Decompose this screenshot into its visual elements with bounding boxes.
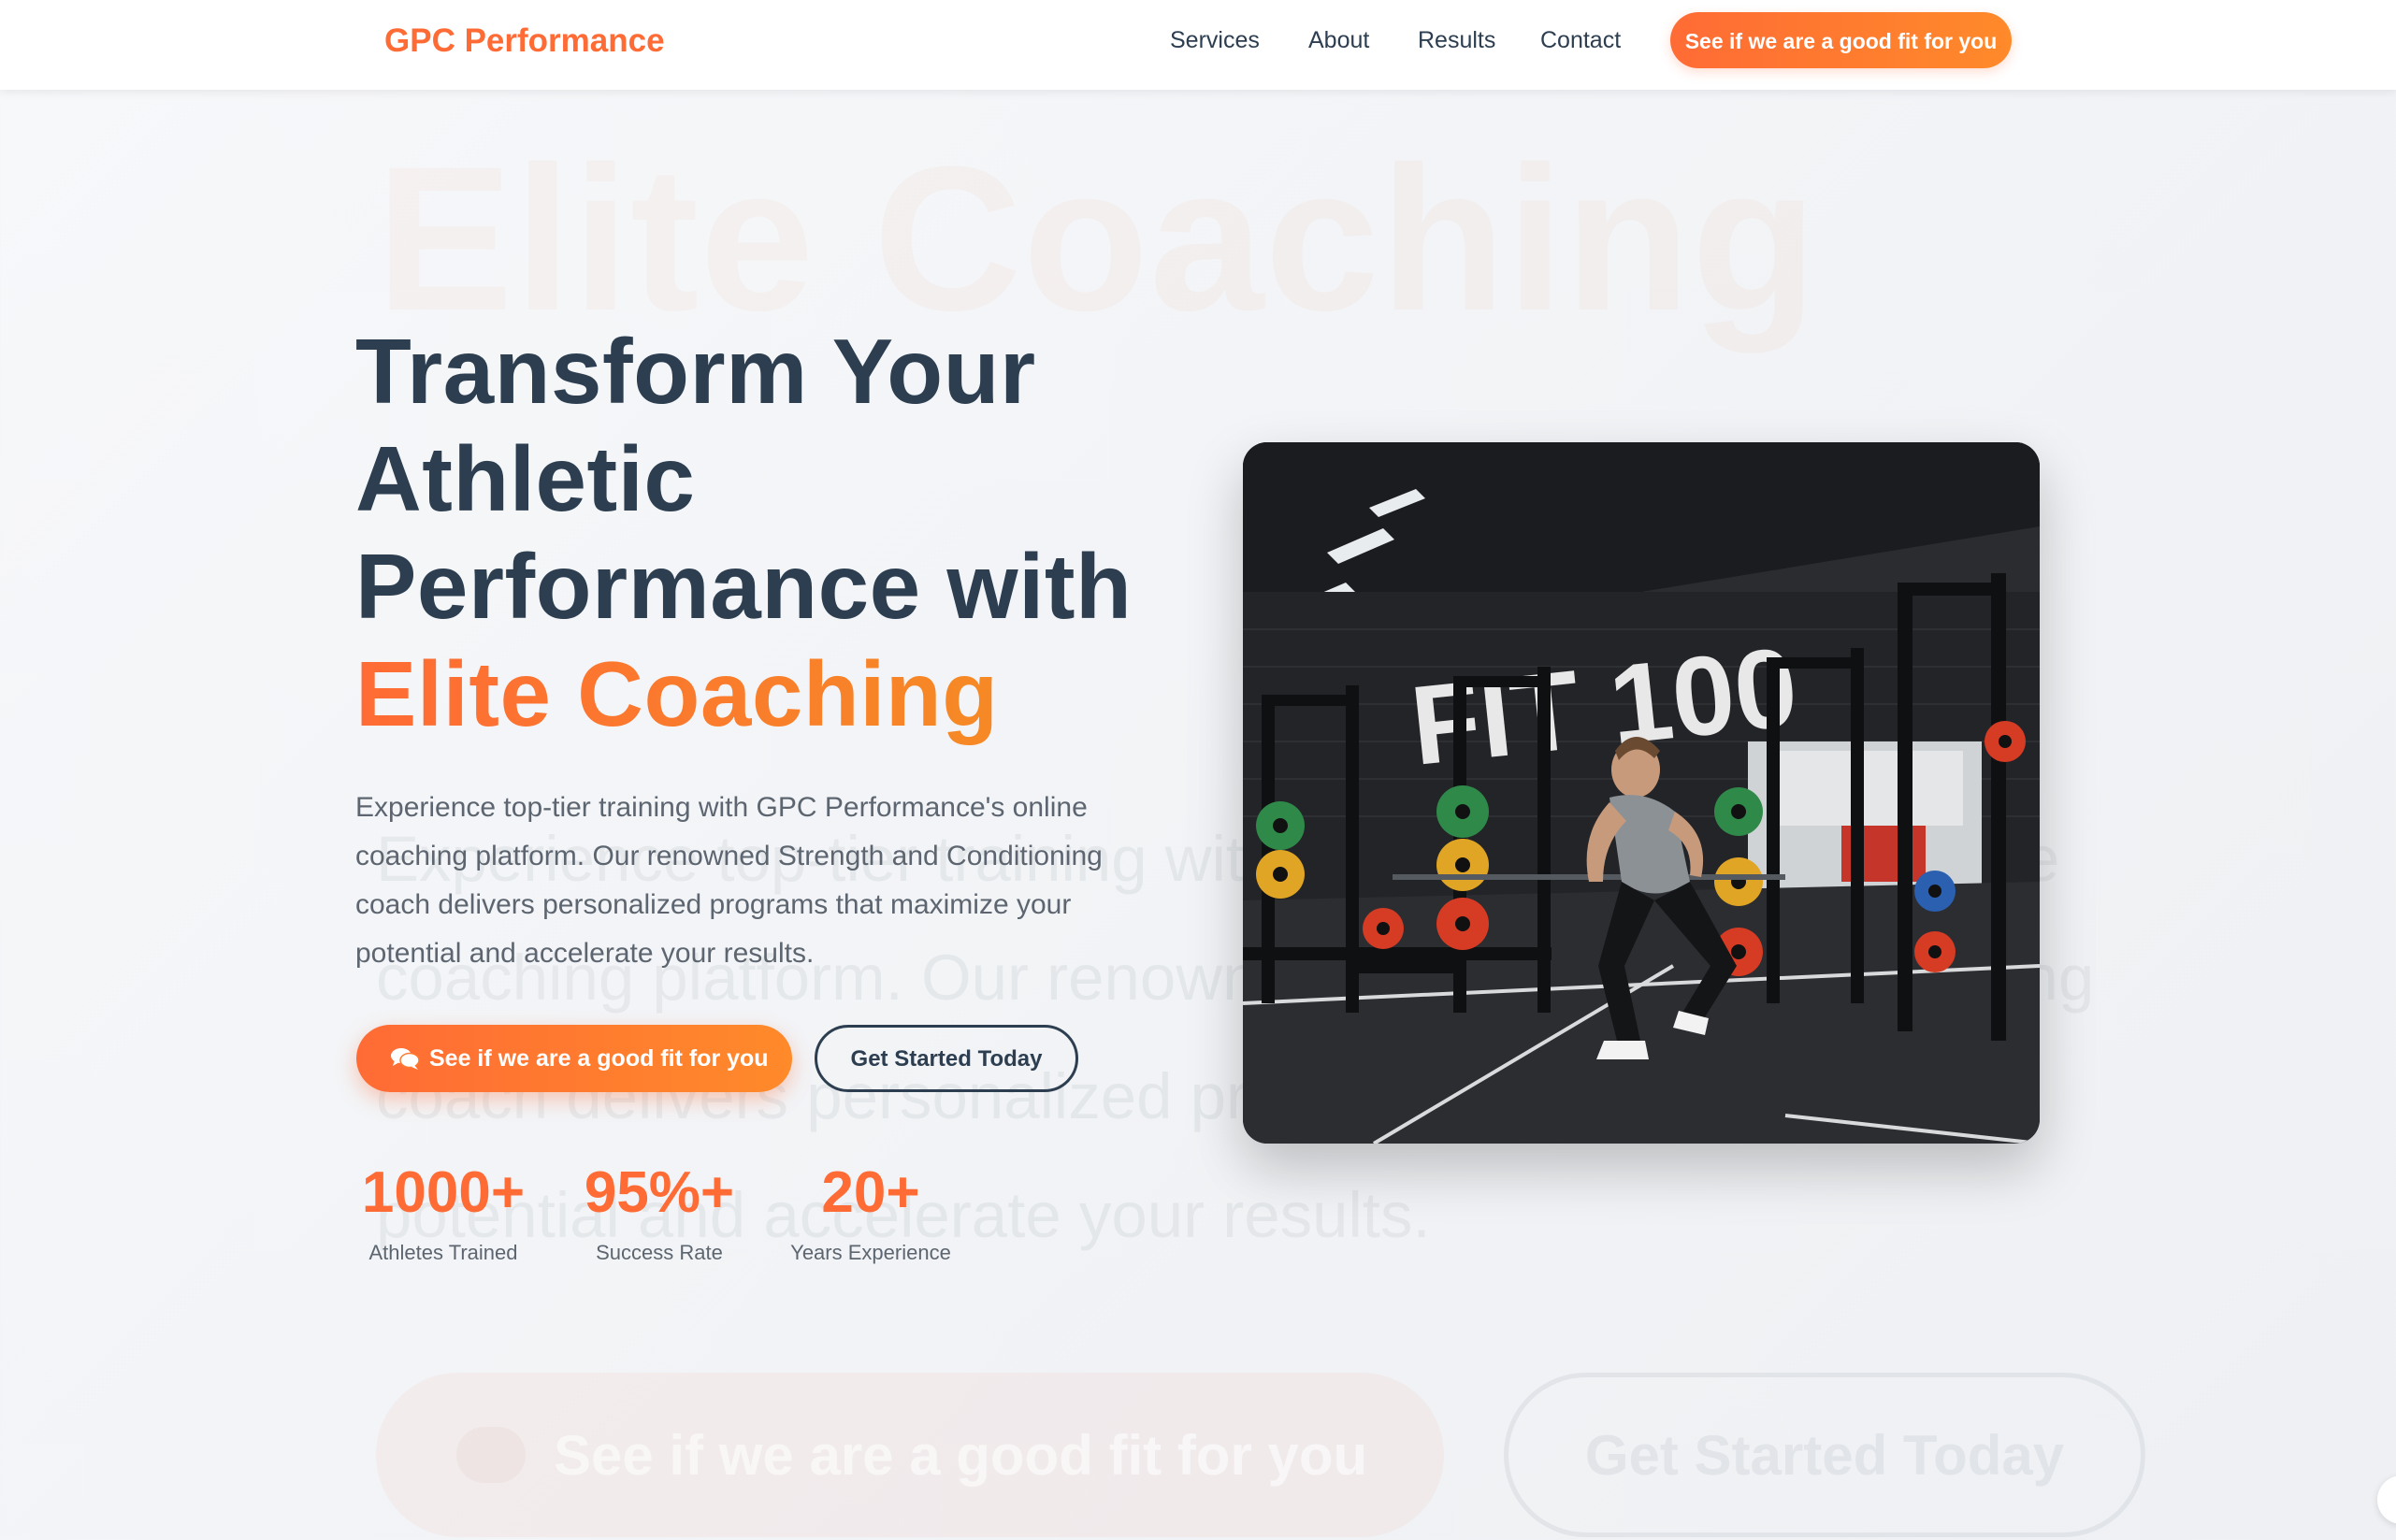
fit-check-button-label: See if we are a good fit for you [429,1044,769,1072]
background-echo-chat-icon [456,1427,526,1483]
hero-title-accent: Elite Coaching [355,640,1197,748]
site-header: GPC Performance Services About Results C… [0,0,2396,90]
nav-about[interactable]: About [1308,24,1369,56]
get-started-button[interactable]: Get Started Today [815,1025,1078,1092]
nav-services[interactable]: Services [1170,24,1260,56]
scroll-to-top-button[interactable] [2377,1475,2396,1524]
hero-title-line: Performance with [355,535,1133,638]
gym-scene-illustration: FIT 100 [1243,442,2040,1144]
stat-label: Years Experience [790,1241,951,1264]
stat-label: Success Rate [596,1241,723,1264]
hero-gym-photo: FIT 100 [1243,442,2040,1144]
stat-label: Athletes Trained [368,1241,518,1264]
nav-contact[interactable]: Contact [1540,24,1621,56]
hero-title-line: Transform Your [355,320,1036,423]
hero-title: Transform Your Athletic Performance with… [355,318,1197,748]
logo[interactable]: GPC Performance [384,21,665,62]
hero-title-line: Athletic [355,427,696,530]
stat-value: 1000+ [361,1160,526,1225]
chat-bubbles-icon [391,1048,420,1070]
header-cta-button[interactable]: See if we are a good fit for you [1670,12,2012,68]
stat-athletes-trained: 1000+ Athletes Trained [355,1159,531,1266]
background-echo-secondary-button: Get Started Today [1504,1373,2145,1537]
hero-description: Experience top-tier training with GPC Pe… [355,792,1103,969]
fit-check-button[interactable]: See if we are a good fit for you [356,1025,792,1092]
stat-value: 95%+ [584,1160,735,1225]
background-echo-primary-button: See if we are a good fit for you [376,1373,1444,1537]
nav-results[interactable]: Results [1418,24,1495,56]
stat-value: 20+ [821,1160,920,1225]
background-echo-primary-label: See if we are a good fit for you [554,1423,1368,1487]
stat-years-experience: 20+ Years Experience [786,1159,956,1266]
stat-success-rate: 95%+ Success Rate [575,1159,743,1266]
